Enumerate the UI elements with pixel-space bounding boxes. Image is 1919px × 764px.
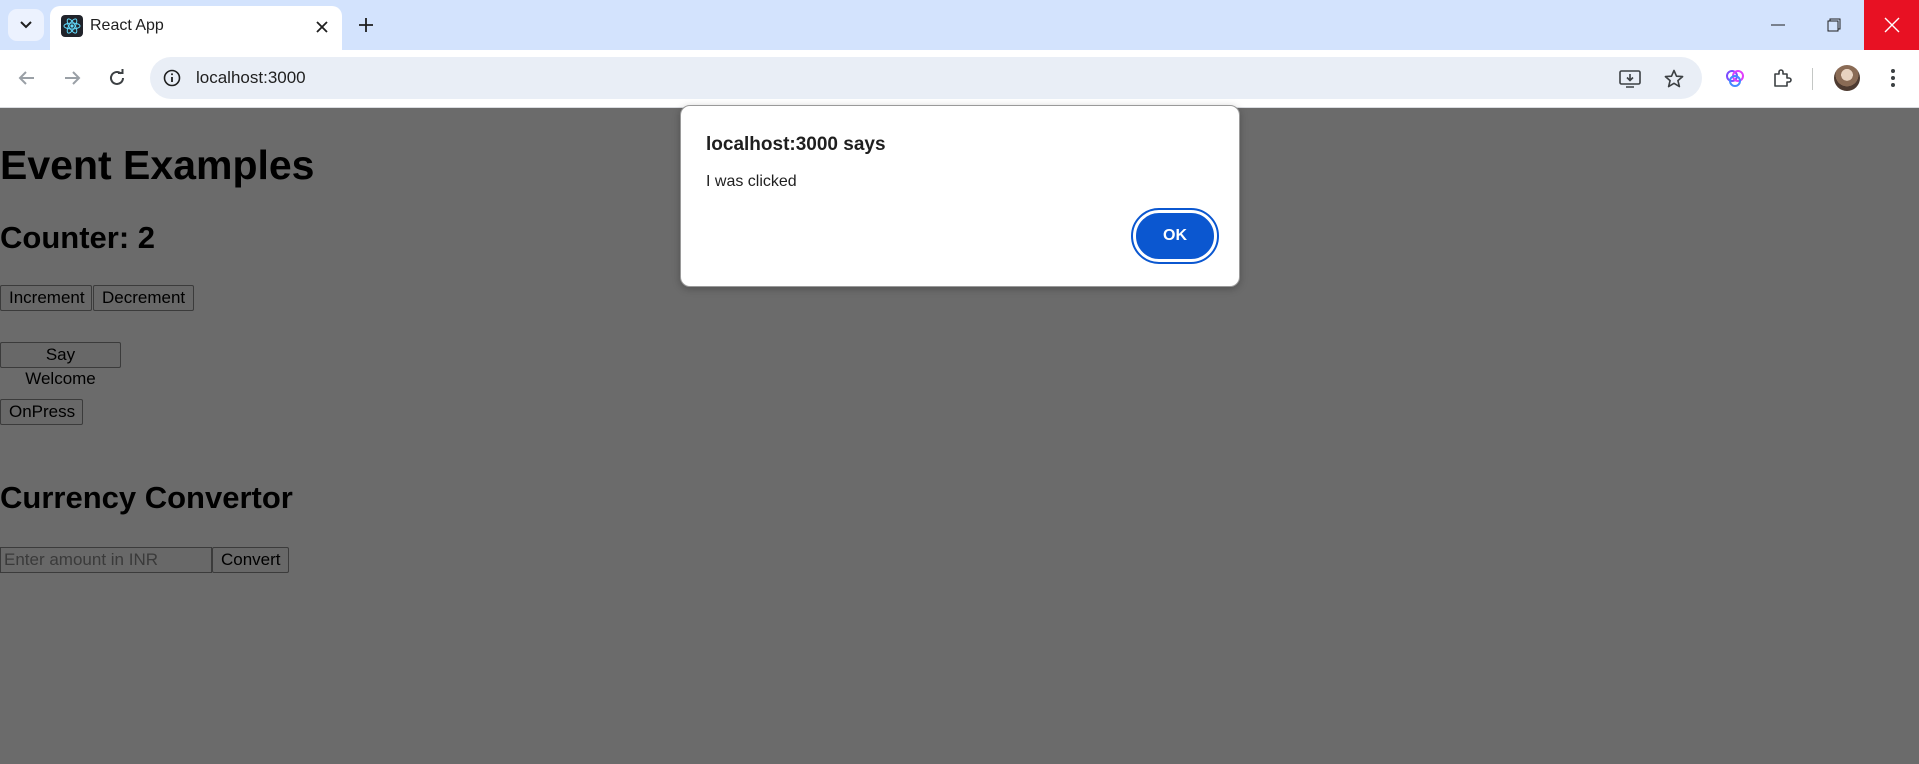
install-app-icon (1619, 70, 1641, 88)
currency-heading: Currency Convertor (0, 480, 293, 515)
gemini-icon (1726, 70, 1744, 87)
kebab-menu-icon (1891, 69, 1895, 87)
window-close-button[interactable] (1864, 0, 1919, 50)
back-arrow-icon (18, 71, 34, 85)
close-icon (316, 21, 328, 33)
address-url[interactable]: localhost:3000 (196, 68, 306, 88)
new-tab-button[interactable] (352, 11, 380, 39)
forward-button[interactable] (56, 62, 88, 94)
decrement-button[interactable]: Decrement (93, 285, 194, 311)
gemini-button[interactable] (1719, 62, 1751, 94)
browser-toolbar: localhost:3000 (0, 50, 1919, 108)
ok-button[interactable]: OK (1131, 208, 1219, 264)
react-logo-icon (61, 15, 83, 37)
window-minimize-button[interactable] (1750, 0, 1806, 50)
increment-button[interactable]: Increment (0, 285, 92, 311)
convert-button[interactable]: Convert (212, 547, 289, 573)
avatar (1834, 65, 1860, 91)
minimize-icon (1771, 24, 1785, 26)
restore-icon (1827, 18, 1841, 32)
tab-react-app[interactable]: React App (50, 6, 342, 50)
tab-close-button[interactable] (310, 15, 334, 39)
amount-input[interactable] (0, 547, 212, 573)
alert-dialog: localhost:3000 says I was clicked OK (680, 105, 1240, 287)
tab-title: React App (90, 17, 164, 34)
dialog-message: I was clicked (706, 173, 797, 190)
site-info-button[interactable] (160, 66, 184, 90)
extensions-button[interactable] (1766, 62, 1798, 94)
tab-search-icon (20, 21, 32, 29)
counter-heading: Counter: 2 (0, 220, 155, 255)
profile-avatar-button[interactable] (1831, 62, 1863, 94)
forward-arrow-icon (65, 71, 81, 85)
page-title: Event Examples (0, 142, 315, 188)
dialog-title: localhost:3000 says (706, 134, 886, 155)
close-icon (1884, 17, 1899, 33)
address-bar[interactable]: localhost:3000 (150, 57, 1702, 99)
reload-button[interactable] (101, 62, 133, 94)
site-info-icon (163, 69, 181, 87)
say-welcome-button[interactable]: Say Welcome (0, 342, 121, 388)
window-restore-button[interactable] (1806, 0, 1862, 50)
on-press-button[interactable]: OnPress (0, 399, 83, 425)
plus-icon (359, 18, 373, 32)
reload-icon (110, 69, 124, 85)
extensions-icon (1774, 69, 1792, 87)
bookmark-star-button[interactable] (1661, 66, 1687, 92)
tab-strip: React App (0, 0, 1919, 50)
star-icon (1664, 69, 1684, 88)
back-button[interactable] (11, 62, 43, 94)
toolbar-divider (1812, 68, 1813, 90)
browser-menu-button[interactable] (1877, 62, 1909, 94)
install-app-button[interactable] (1617, 66, 1643, 92)
tab-search-button[interactable] (8, 9, 44, 41)
